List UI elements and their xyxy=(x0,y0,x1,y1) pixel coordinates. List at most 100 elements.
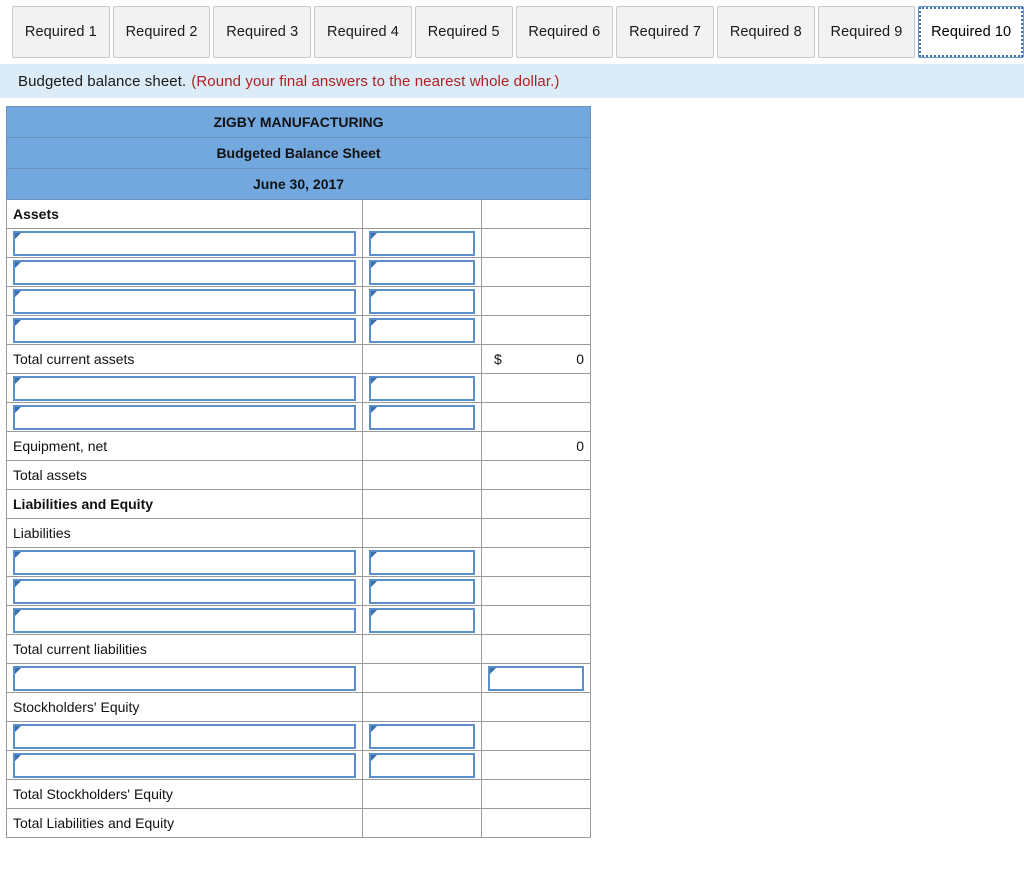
tab-required-3[interactable]: Required 3 xyxy=(213,6,312,58)
amount-input[interactable] xyxy=(371,319,473,341)
table-row: Liabilities and Equity xyxy=(6,489,592,519)
amount-input[interactable] xyxy=(371,551,473,573)
account-select-input[interactable] xyxy=(15,609,354,631)
row-input-asset-item-2-label[interactable] xyxy=(6,257,363,287)
cell-col2 xyxy=(362,518,482,548)
table-row xyxy=(6,373,592,403)
table-row: Total current liabilities xyxy=(6,634,592,664)
account-select-input[interactable] xyxy=(15,319,354,341)
row-label-liabilities-header: Liabilities xyxy=(6,518,363,548)
account-select[interactable] xyxy=(13,578,356,604)
row-input-equity-item-1-label[interactable] xyxy=(6,721,363,751)
amount-field[interactable] xyxy=(369,375,475,401)
amount-input[interactable] xyxy=(371,261,473,283)
instruction-text: Budgeted balance sheet. xyxy=(18,72,187,90)
account-select[interactable] xyxy=(13,230,356,256)
row-input-liability-item-1-label[interactable] xyxy=(6,547,363,577)
amount-field[interactable] xyxy=(369,578,475,604)
row-input-liability-item-2-label[interactable] xyxy=(6,576,363,606)
account-select-input[interactable] xyxy=(15,580,354,602)
row-input-asset-item-6-label[interactable] xyxy=(6,402,363,432)
amount-field[interactable] xyxy=(369,404,475,430)
tab-required-8[interactable]: Required 8 xyxy=(716,6,815,58)
cell-col3 xyxy=(480,315,592,345)
amount-input[interactable] xyxy=(371,406,473,428)
amount-input[interactable] xyxy=(371,232,473,254)
tab-required-7[interactable]: Required 7 xyxy=(616,6,714,58)
row-input-asset-item-4-amount[interactable] xyxy=(362,315,482,345)
tab-required-1[interactable]: Required 1 xyxy=(12,6,110,58)
row-input-asset-item-3-amount[interactable] xyxy=(362,286,482,316)
amount-field[interactable] xyxy=(369,259,475,285)
amount-field[interactable] xyxy=(369,549,475,575)
tab-required-4[interactable]: Required 4 xyxy=(314,6,412,58)
account-select[interactable] xyxy=(13,317,356,343)
account-select-input[interactable] xyxy=(15,261,354,283)
table-row-date: June 30, 2017 xyxy=(5,168,592,200)
account-select[interactable] xyxy=(13,752,356,778)
row-label-total-assets: Total assets xyxy=(6,460,363,490)
tab-required-6[interactable]: Required 6 xyxy=(515,6,614,58)
tab-required-9[interactable]: Required 9 xyxy=(817,6,916,58)
account-select-input[interactable] xyxy=(15,290,354,312)
tab-required-5[interactable]: Required 5 xyxy=(414,6,513,58)
account-select-input[interactable] xyxy=(15,754,354,776)
row-input-equity-item-2-label[interactable] xyxy=(6,750,363,780)
account-select-input[interactable] xyxy=(15,551,354,573)
amount-input[interactable] xyxy=(371,377,473,399)
account-select[interactable] xyxy=(13,723,356,749)
account-select-input[interactable] xyxy=(15,725,354,747)
account-select-input[interactable] xyxy=(15,406,354,428)
row-input-liability-item-3-amount[interactable] xyxy=(362,605,482,635)
amount-input[interactable] xyxy=(371,754,473,776)
row-input-equity-item-1-amount[interactable] xyxy=(362,721,482,751)
cell-col3 xyxy=(480,257,592,287)
amount-input[interactable] xyxy=(371,290,473,312)
amount-field[interactable] xyxy=(369,288,475,314)
row-input-asset-item-1-label[interactable] xyxy=(6,228,363,258)
row-input-asset-item-2-amount[interactable] xyxy=(362,257,482,287)
tab-required-10[interactable]: Required 10 xyxy=(918,6,1024,58)
amount-field[interactable] xyxy=(488,665,585,691)
row-input-equity-item-2-amount[interactable] xyxy=(362,750,482,780)
table-row: Assets xyxy=(6,199,592,229)
row-input-liability-item-4-label[interactable] xyxy=(6,663,363,693)
account-select[interactable] xyxy=(13,607,356,633)
amount-input[interactable] xyxy=(371,580,473,602)
amount-field[interactable] xyxy=(369,607,475,633)
row-input-asset-item-6-amount[interactable] xyxy=(362,402,482,432)
amount-text: 0 xyxy=(576,351,585,367)
row-input-asset-item-5-label[interactable] xyxy=(6,373,363,403)
row-input-asset-item-4-label[interactable] xyxy=(6,315,363,345)
amount-field[interactable] xyxy=(369,723,475,749)
account-select-input[interactable] xyxy=(15,377,354,399)
row-value-total-liabilities-equity xyxy=(480,808,592,838)
row-input-liability-item-1-amount[interactable] xyxy=(362,547,482,577)
account-select[interactable] xyxy=(13,288,356,314)
amount-input[interactable] xyxy=(490,667,583,689)
table-row xyxy=(6,547,592,577)
account-select[interactable] xyxy=(13,404,356,430)
row-input-liability-item-4-amount[interactable] xyxy=(480,663,592,693)
account-select-input[interactable] xyxy=(15,667,354,689)
account-select-input[interactable] xyxy=(15,232,354,254)
account-select[interactable] xyxy=(13,549,356,575)
row-input-asset-item-5-amount[interactable] xyxy=(362,373,482,403)
tab-required-2[interactable]: Required 2 xyxy=(112,6,211,58)
tab-label: Required 10 xyxy=(931,24,1012,40)
amount-field[interactable] xyxy=(369,317,475,343)
account-select[interactable] xyxy=(13,259,356,285)
account-select[interactable] xyxy=(13,665,356,691)
row-input-asset-item-1-amount[interactable] xyxy=(362,228,482,258)
table-row xyxy=(6,721,592,751)
amount-field[interactable] xyxy=(369,230,475,256)
amount-input[interactable] xyxy=(371,609,473,631)
amount-field[interactable] xyxy=(369,752,475,778)
amount-input[interactable] xyxy=(371,725,473,747)
cell-col3 xyxy=(480,576,592,606)
requirements-tabstrip: Required 1 Required 2 Required 3 Require… xyxy=(0,0,1024,64)
row-input-liability-item-3-label[interactable] xyxy=(6,605,363,635)
row-input-liability-item-2-amount[interactable] xyxy=(362,576,482,606)
row-input-asset-item-3-label[interactable] xyxy=(6,286,363,316)
account-select[interactable] xyxy=(13,375,356,401)
